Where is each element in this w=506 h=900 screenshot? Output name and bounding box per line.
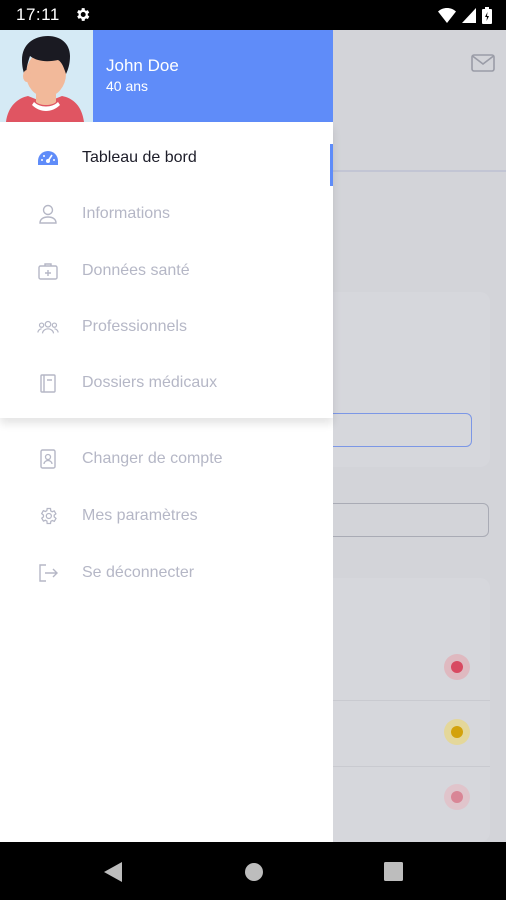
menu-label: Informations	[82, 205, 171, 222]
status-time: 17:11	[16, 5, 60, 24]
bg-row-divider	[323, 700, 490, 701]
secondary-menu: Changer de compte Mes paramètres Se déco…	[0, 431, 333, 611]
settings-icon	[37, 505, 59, 527]
menu-item-mes-parametres[interactable]: Mes paramètres	[0, 488, 333, 544]
menu-label: Mes paramètres	[82, 507, 198, 524]
recents-button-icon[interactable]	[384, 862, 403, 881]
group-icon	[37, 316, 59, 338]
menu-item-tableau-de-bord[interactable]: Tableau de bord	[0, 130, 333, 186]
menu-item-informations[interactable]: Informations	[0, 186, 333, 242]
menu-label: Tableau de bord	[82, 149, 197, 166]
drawer-header[interactable]: John Doe 40 ans	[0, 30, 333, 122]
logout-icon	[37, 562, 59, 584]
status-dot-red-inner	[451, 661, 463, 673]
background-screen	[323, 30, 506, 842]
primary-menu: Tableau de bord Informations Données san…	[0, 122, 333, 418]
bg-divider	[333, 170, 506, 172]
dashboard-icon	[37, 147, 59, 169]
menu-label: Se déconnecter	[82, 564, 195, 581]
menu-label: Professionnels	[82, 318, 187, 335]
medical-kit-icon	[37, 260, 59, 282]
signal-icon	[462, 8, 476, 23]
avatar[interactable]	[0, 30, 93, 122]
home-button-icon[interactable]	[244, 862, 264, 882]
back-button-icon[interactable]	[103, 861, 123, 883]
menu-item-professionnels[interactable]: Professionnels	[0, 299, 333, 355]
user-name: John Doe	[106, 56, 179, 75]
menu-label: Changer de compte	[82, 450, 223, 467]
status-right-icons	[438, 7, 492, 24]
menu-item-dossiers-medicaux[interactable]: Dossiers médicaux	[0, 355, 333, 411]
settings-status-icon	[74, 6, 91, 28]
system-navigation-bar	[0, 842, 506, 900]
menu-item-se-deconnecter[interactable]: Se déconnecter	[0, 545, 333, 601]
menu-item-changer-de-compte[interactable]: Changer de compte	[0, 431, 333, 487]
mail-icon	[471, 54, 495, 72]
active-indicator	[330, 144, 333, 186]
switch-account-icon	[37, 448, 59, 470]
user-age: 40 ans	[106, 78, 149, 94]
user-icon	[37, 203, 59, 225]
bg-select	[323, 503, 489, 537]
navigation-drawer: John Doe 40 ans Tableau de bord Informat…	[0, 30, 333, 842]
menu-item-donnees-sante[interactable]: Données santé	[0, 243, 333, 299]
wifi-icon	[438, 8, 456, 23]
bg-row-divider	[323, 766, 490, 767]
menu-label: Données santé	[82, 262, 190, 279]
folder-icon	[37, 372, 59, 394]
bg-input	[323, 413, 472, 447]
battery-icon	[482, 7, 492, 24]
status-dot-yellow-inner	[451, 726, 463, 738]
status-dot-pink-inner	[451, 791, 463, 803]
status-bar: 17:11	[0, 0, 506, 30]
menu-label: Dossiers médicaux	[82, 374, 218, 391]
